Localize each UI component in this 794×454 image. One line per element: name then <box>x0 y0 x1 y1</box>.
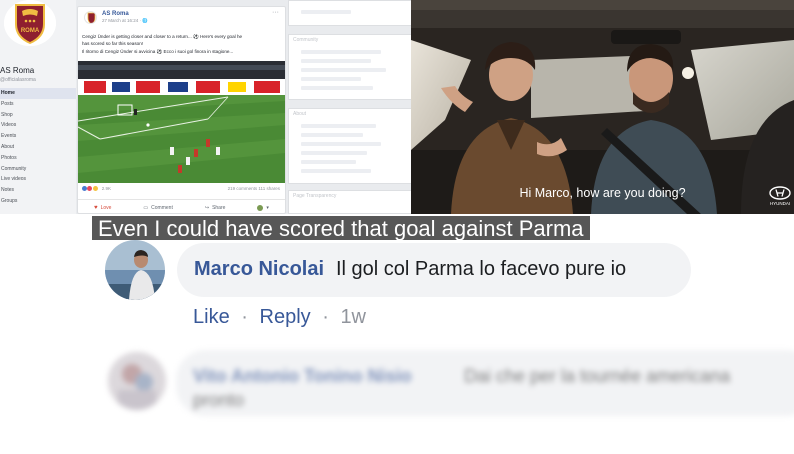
post-author-avatar[interactable] <box>84 11 97 24</box>
sidebar-item-community[interactable]: Community <box>0 164 76 175</box>
text-placeholder <box>301 59 371 63</box>
text-placeholder <box>301 124 376 128</box>
sidebar-item-posts[interactable]: Posts <box>0 99 76 110</box>
text-placeholder <box>301 10 351 14</box>
crest-lettering: ROMA <box>21 28 40 34</box>
post-menu-icon[interactable]: ··· <box>272 9 279 16</box>
comments-shares-count[interactable]: 219 comments 111 shares <box>228 186 280 191</box>
reply-link[interactable]: Reply <box>260 306 311 328</box>
blurred-comment-text: Dai che per la tournée americana <box>464 366 731 386</box>
about-box: About <box>288 108 412 184</box>
separator-dot: · <box>322 306 329 328</box>
like-link[interactable]: Like <box>193 306 230 328</box>
chevron-down-icon: ▾ <box>266 204 269 211</box>
text-placeholder <box>301 142 381 146</box>
text-placeholder <box>301 160 356 164</box>
share-button[interactable]: ↪ Share <box>205 205 226 211</box>
like-reaction-icon <box>82 186 87 192</box>
text-placeholder <box>301 86 373 90</box>
page-avatar-icon <box>257 204 264 211</box>
car-interior-image <box>411 0 794 214</box>
sidebar-item-home[interactable]: Home <box>0 88 76 99</box>
hyundai-logo-icon <box>769 186 791 200</box>
comment-button[interactable]: ▭ Comment <box>143 205 172 211</box>
avatar-photo <box>108 352 166 410</box>
share-label: Share <box>212 204 226 211</box>
page-right-column: Community About Page Transparency <box>288 0 412 214</box>
sidebar-item-videos[interactable]: Videos <box>0 120 76 131</box>
sidebar-item-notes[interactable]: Notes <box>0 185 76 196</box>
blurred-comment-author[interactable]: Vito Antonio Tonino Nisio <box>193 366 412 387</box>
post-video-thumbnail[interactable] <box>78 61 285 183</box>
post-stats: 2.9K 219 comments 111 shares <box>82 186 282 195</box>
separator-dot: · <box>241 306 248 328</box>
page-sidebar: ROMA AS Roma @officialasroma Home Posts Sh… <box>0 0 76 214</box>
blurred-commenter-avatar[interactable] <box>108 352 166 410</box>
post-text-line: Il ritorno di Cengiz Ünder si avvicina ⚽… <box>82 48 234 54</box>
reaction-summary[interactable]: 2.9K <box>82 186 112 192</box>
post-text: Cengiz Ünder is getting closer and close… <box>82 33 282 55</box>
avatar-photo <box>105 240 165 300</box>
text-placeholder <box>301 50 381 54</box>
comment-timestamp[interactable]: 1w <box>340 306 366 328</box>
share-as-button[interactable]: ▾ <box>257 204 269 211</box>
as-roma-crest-icon <box>87 12 96 23</box>
hyundai-logo: HYUNDAI <box>767 186 793 208</box>
post-author[interactable]: AS Roma <box>102 11 129 17</box>
text-placeholder <box>301 169 371 173</box>
page-nav: Home Posts Shop Videos Events About Photos Comm… <box>0 88 76 207</box>
text-placeholder <box>301 151 367 155</box>
sidebar-item-events[interactable]: Events <box>0 131 76 142</box>
love-button[interactable]: ♥ Love <box>94 205 111 211</box>
comment-zoom: Marco Nicolai Il gol col Parma lo facevo… <box>0 214 794 454</box>
post-date[interactable]: 27 March at 16:24 · 🌐 <box>102 18 148 24</box>
community-title[interactable]: Community <box>289 35 411 45</box>
video-still: Hi Marco, how are you doing? HYUNDAI <box>411 0 794 214</box>
as-roma-crest-icon: ROMA <box>4 0 56 46</box>
sidebar-item-live-videos[interactable]: Live videos <box>0 174 76 185</box>
transparency-box: Page Transparency <box>288 190 412 214</box>
post-text-line: has scored so far this season! <box>82 41 144 47</box>
page-logo[interactable]: ROMA <box>4 0 56 46</box>
composite-screenshot: ROMA AS Roma @officialasroma Home Posts Sh… <box>0 0 794 454</box>
blurred-comment-text: pronto <box>193 390 245 410</box>
facebook-page-screenshot: ROMA AS Roma @officialasroma Home Posts Sh… <box>0 0 412 214</box>
commenter-avatar[interactable] <box>105 240 165 300</box>
transparency-title[interactable]: Page Transparency <box>289 191 411 201</box>
love-label: Love <box>100 204 112 211</box>
heart-icon: ♥ <box>94 204 98 211</box>
share-icon: ↪ <box>204 204 210 211</box>
haha-reaction-icon <box>92 186 98 192</box>
text-placeholder <box>301 77 361 81</box>
reaction-count: 2.9K <box>101 186 112 191</box>
comment-author[interactable]: Marco Nicolai <box>194 258 324 281</box>
page-action-box <box>288 0 412 26</box>
sidebar-item-about[interactable]: About <box>0 142 76 153</box>
sidebar-item-groups[interactable]: Groups <box>0 196 76 207</box>
blurred-comment-bubble: Vito Antonio Tonino Nisio Dai che per la… <box>176 350 794 416</box>
post-actions: ♥ Love ▭ Comment ↪ Share ▾ <box>78 199 285 214</box>
post-card: AS Roma 27 March at 16:24 · 🌐 ··· Cengiz… <box>77 6 286 214</box>
sidebar-item-shop[interactable]: Shop <box>0 110 76 121</box>
comment-bubble: Marco Nicolai Il gol col Parma lo facevo… <box>177 243 691 297</box>
comment-label: Comment <box>151 204 173 211</box>
text-placeholder <box>301 133 363 137</box>
page-handle: @officialasroma <box>0 77 36 83</box>
football-pitch-image <box>78 61 285 183</box>
blurred-comment: Vito Antonio Tonino Nisio Dai che per la… <box>0 334 794 454</box>
post-text-line: Cengiz Ünder is getting closer and close… <box>82 34 243 39</box>
sidebar-item-photos[interactable]: Photos <box>0 153 76 164</box>
comment-actions: Like · Reply · 1w <box>193 306 366 329</box>
love-reaction-icon <box>87 186 93 192</box>
text-placeholder <box>301 68 386 72</box>
comment-text: Il gol col Parma lo facevo pure io <box>336 258 627 280</box>
page-name[interactable]: AS Roma <box>0 66 34 75</box>
comment-icon: ▭ <box>143 204 149 211</box>
brand-name: HYUNDAI <box>769 201 791 206</box>
video-subtitle: Hi Marco, how are you doing? <box>519 186 686 200</box>
video-caption: Even I could have scored that goal again… <box>92 216 590 241</box>
about-title[interactable]: About <box>289 109 411 119</box>
community-box: Community <box>288 34 412 100</box>
